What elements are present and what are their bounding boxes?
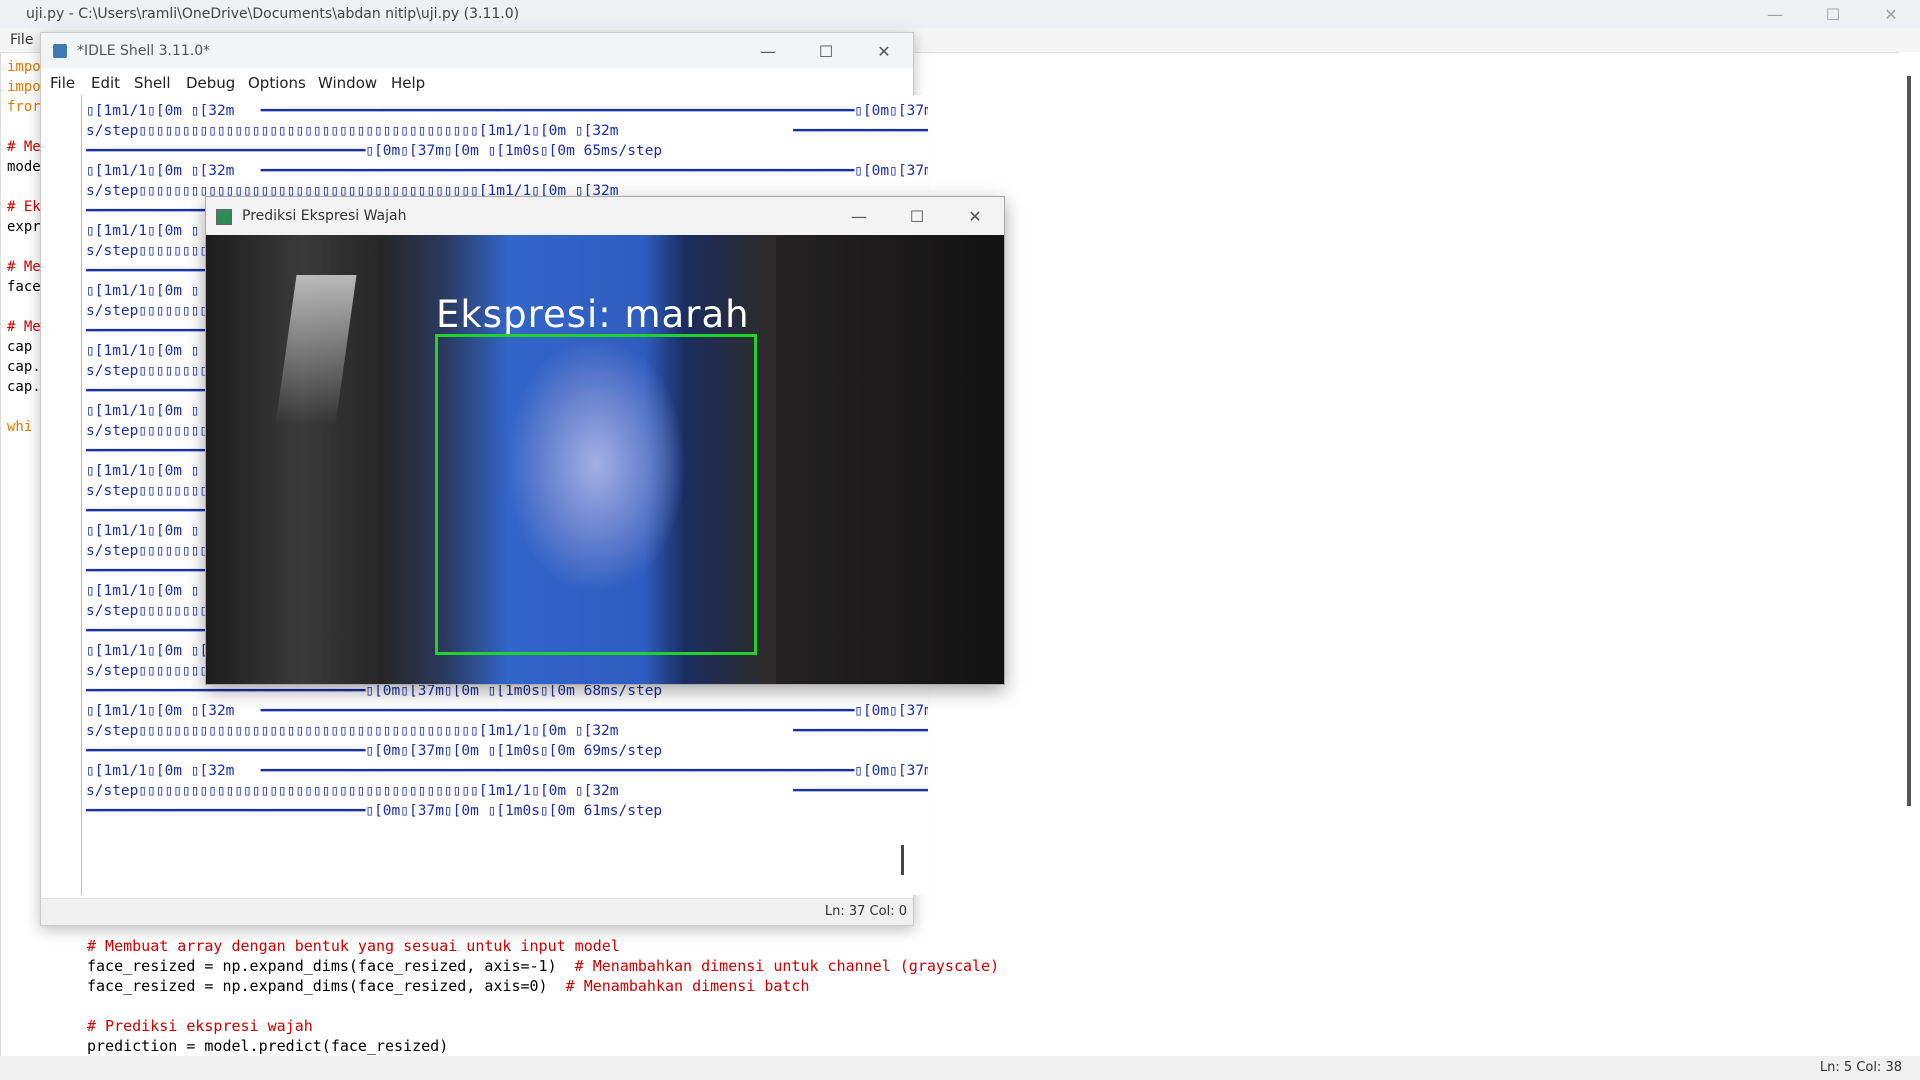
shell-menu-options[interactable]: Options <box>248 74 306 92</box>
code-comment: # Menambahkan dimensi untuk channel (gra… <box>574 957 1000 975</box>
editor-line: whi <box>7 419 33 435</box>
shell-menu-window[interactable]: Window <box>318 74 377 92</box>
editor-cursor-position: Ln: 5 Col: 38 <box>1819 1060 1902 1075</box>
editor-menu-file[interactable]: File <box>10 32 33 48</box>
shell-menu-help[interactable]: Help <box>391 74 425 92</box>
shell-title-bar: *IDLE Shell 3.11.0* — ☐ ✕ <box>41 33 913 69</box>
editor-status-bar: Ln: 5 Col: 38 <box>0 1056 1920 1080</box>
editor-window-title: uji.py - C:\Users\ramli\OneDrive\Documen… <box>26 6 520 22</box>
editor-line: mode <box>7 159 41 175</box>
shell-line: ━━━━━━━━━━━━━━━━━━━━━━━━━━━━━━━━▯[0m▯[37… <box>86 803 663 819</box>
shell-line: ▯[1m1/1▯[0m ▯[32m ━━━━━━━━━━━━━━━━━━━━━━… <box>86 703 928 719</box>
editor-line: cap. <box>7 379 41 395</box>
editor-line: impo <box>7 79 41 95</box>
app-icon <box>216 209 232 225</box>
shell-line: ▯[1m1/1▯[0m ▯ <box>86 403 200 419</box>
editor-line: cap <box>7 339 33 355</box>
shell-line: s/step▯▯▯▯▯▯▯▯▯▯▯▯▯▯▯▯▯▯▯▯▯▯▯▯▯▯▯▯▯▯▯▯▯▯… <box>86 723 928 739</box>
shell-line: ▯[1m1/1▯[0m ▯[32m ━━━━━━━━━━━━━━━━━━━━━━… <box>86 763 928 779</box>
shell-line: s/step▯▯▯▯▯▯▯▯▯▯▯▯▯▯▯▯▯▯▯▯▯▯▯▯▯▯▯▯▯▯▯▯▯▯… <box>86 783 928 799</box>
code-line: prediction = model.predict(face_resized) <box>87 1037 448 1055</box>
code-text: face_resized = np.expand_dims(face_resiz… <box>87 977 566 995</box>
shell-status-bar: Ln: 37 Col: 0 <box>41 898 913 925</box>
editor-line: # Me <box>7 319 41 335</box>
shell-cursor-position: Ln: 37 Col: 0 <box>824 904 907 919</box>
shell-line: ▯[1m1/1▯[0m ▯ <box>86 463 200 479</box>
prediction-title-bar: Prediksi Ekspresi Wajah — ☐ ✕ <box>206 197 1004 235</box>
shell-line: ▯[1m1/1▯[0m ▯[32m ━━━━━━━━━━━━━━━━━━━━━━… <box>86 103 928 119</box>
editor-minimize-button[interactable]: — <box>1746 0 1804 28</box>
code-comment: # Membuat array dengan bentuk yang sesua… <box>87 937 620 955</box>
shell-line: s/step▯▯▯▯▯▯▯▯▯▯▯▯▯▯▯▯▯▯▯▯▯▯▯▯▯▯▯▯▯▯▯▯▯▯… <box>86 123 928 139</box>
code-line: # Prediksi ekspresi wajah <box>87 1017 313 1035</box>
shell-menu-debug[interactable]: Debug <box>186 74 235 92</box>
shell-line: ▯[1m1/1▯[0m ▯ <box>86 583 200 599</box>
shell-line: ▯[1m1/1▯[0m ▯ <box>86 343 200 359</box>
editor-scrollbar[interactable] <box>1907 76 1911 806</box>
code-text: prediction = model.predict(face_resized) <box>87 1037 449 1055</box>
editor-line: fror <box>7 99 41 115</box>
prediction-window-title: Prediksi Ekspresi Wajah <box>242 208 407 224</box>
shell-line: ▯[1m1/1▯[0m ▯[32m ━━━━━━━━━━━━━━━━━━━━━━… <box>86 163 928 179</box>
shell-line: ▯[1m1/1▯[0m ▯ <box>86 523 200 539</box>
shell-minimize-button[interactable]: — <box>739 33 797 69</box>
face-bounding-box <box>435 334 757 655</box>
shell-line: ▯[1m1/1▯[0m ▯ <box>86 223 200 239</box>
editor-line: # Me <box>7 139 41 155</box>
editor-line: cap. <box>7 359 41 375</box>
shell-menu-edit[interactable]: Edit <box>91 74 120 92</box>
editor-close-button[interactable]: ✕ <box>1862 0 1920 28</box>
expression-label: Ekspresi: marah <box>436 293 750 336</box>
shell-line: ▯[1m1/1▯[0m ▯ <box>86 283 200 299</box>
prediction-window: Prediksi Ekspresi Wajah — ☐ ✕ Ekspresi: … <box>205 196 1005 685</box>
editor-title-bar: uji.py - C:\Users\ramli\OneDrive\Documen… <box>0 0 1920 28</box>
code-comment: # Prediksi ekspresi wajah <box>87 1017 313 1035</box>
shell-line: ━━━━━━━━━━━━━━━━━━━━━━━━━━━━━━━━▯[0m▯[37… <box>86 683 663 699</box>
webcam-frame: Ekspresi: marah <box>206 235 1004 684</box>
editor-line: # Me <box>7 259 41 275</box>
shell-line: ━━━━━━━━━━━━━━━━━━━━━━━━━━━━━━━━▯[0m▯[37… <box>86 143 663 159</box>
shell-menu-file[interactable]: File <box>50 74 75 92</box>
shell-menu-bar: File Edit Shell Debug Options Window Hel… <box>41 69 913 95</box>
code-text: face_resized = np.expand_dims(face_resiz… <box>87 957 575 975</box>
editor-line: impo <box>7 59 41 75</box>
shell-line: ━━━━━━━━━━━━━━━━━━━━━━━━━━━━━━━━▯[0m▯[37… <box>86 743 663 759</box>
prediction-minimize-button[interactable]: — <box>830 197 888 235</box>
background-shadow <box>776 235 1004 684</box>
python-icon <box>53 44 67 58</box>
shell-scrollbar[interactable] <box>901 845 904 875</box>
code-line: # Membuat array dengan bentuk yang sesua… <box>87 937 620 955</box>
code-comment: # Menambahkan dimensi batch <box>565 977 810 995</box>
editor-line: # Ek <box>7 199 41 215</box>
editor-line: face <box>7 279 41 295</box>
shell-close-button[interactable]: ✕ <box>855 33 913 69</box>
light-glare <box>275 275 357 425</box>
code-line: face_resized = np.expand_dims(face_resiz… <box>87 957 999 975</box>
editor-maximize-button[interactable]: ☐ <box>1804 0 1862 28</box>
shell-window-title: *IDLE Shell 3.11.0* <box>77 43 211 59</box>
shell-maximize-button[interactable]: ☐ <box>797 33 855 69</box>
prediction-maximize-button[interactable]: ☐ <box>888 197 946 235</box>
shell-menu-shell[interactable]: Shell <box>134 74 171 92</box>
editor-line: expr <box>7 219 41 235</box>
prediction-close-button[interactable]: ✕ <box>946 197 1004 235</box>
code-line: face_resized = np.expand_dims(face_resiz… <box>87 977 809 995</box>
